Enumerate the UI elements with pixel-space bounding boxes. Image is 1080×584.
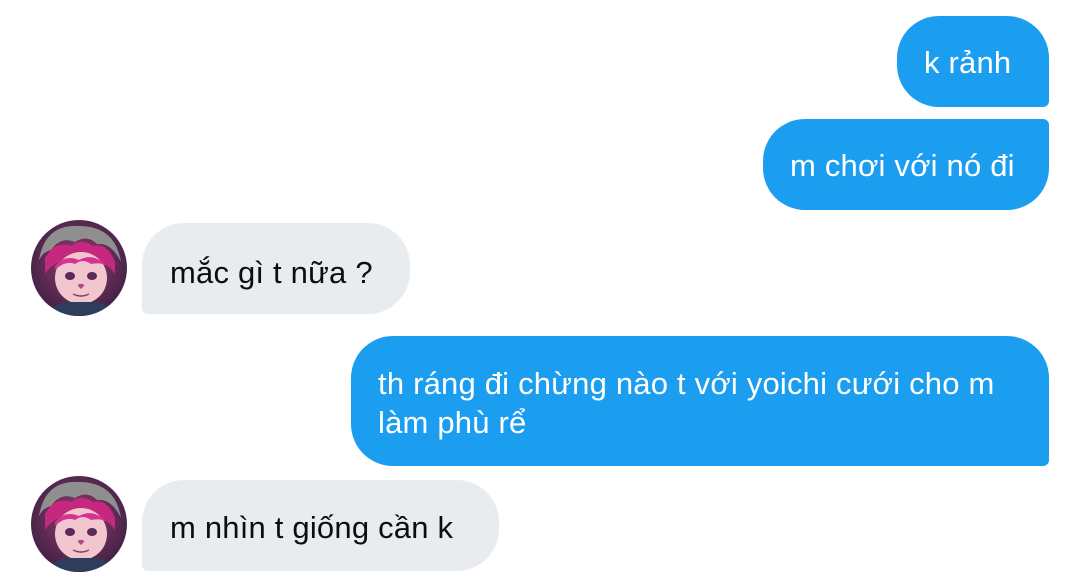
message-bubble-incoming[interactable]: mắc gì t nữa ? bbox=[142, 223, 410, 314]
message-bubble-outgoing[interactable]: th ráng đi chừng nào t với yoichi cưới c… bbox=[351, 336, 1049, 466]
contact-avatar[interactable] bbox=[31, 476, 127, 572]
message-bubble-outgoing[interactable]: m chơi với nó đi bbox=[763, 119, 1049, 210]
message-text: m nhìn t giống cần k bbox=[170, 510, 454, 545]
contact-avatar[interactable] bbox=[31, 220, 127, 316]
message-text: th ráng đi chừng nào t với yoichi cưới c… bbox=[378, 366, 995, 440]
message-text: mắc gì t nữa ? bbox=[170, 255, 373, 290]
chat-thread: k rảnh m chơi với nó đi mắc gì t nữa ? t… bbox=[0, 0, 1080, 584]
message-bubble-outgoing[interactable]: k rảnh bbox=[897, 16, 1049, 107]
message-text: k rảnh bbox=[924, 45, 1012, 80]
message-bubble-incoming[interactable]: m nhìn t giống cần k bbox=[142, 480, 499, 571]
message-text: m chơi với nó đi bbox=[790, 148, 1015, 183]
